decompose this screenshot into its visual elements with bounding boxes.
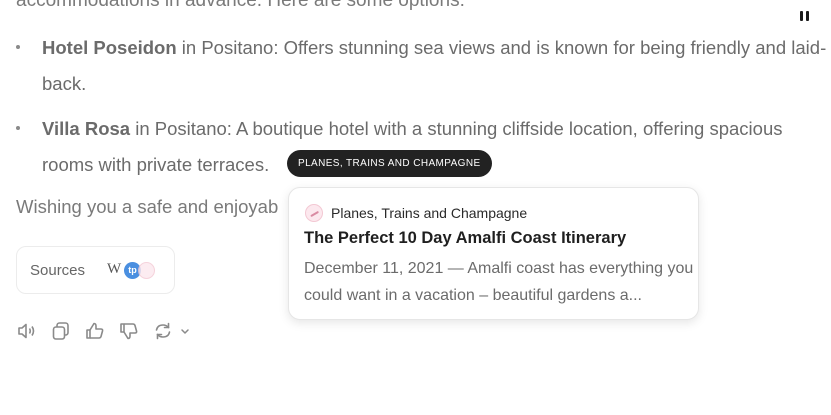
bullet-dot bbox=[16, 45, 20, 49]
popup-title[interactable]: The Perfect 10 Day Amalfi Coast Itinerar… bbox=[304, 229, 626, 248]
list-item: Hotel Poseidon in Positano: Offers stunn… bbox=[16, 30, 831, 102]
planes-trains-champagne-icon bbox=[138, 262, 155, 279]
thumbs-down-icon[interactable] bbox=[118, 320, 140, 342]
wikipedia-icon: W bbox=[107, 261, 122, 277]
thumbs-up-icon[interactable] bbox=[84, 320, 106, 342]
site-favicon-icon bbox=[305, 204, 323, 222]
hotel-name: Villa Rosa bbox=[42, 118, 131, 139]
closing-line: Wishing you a safe and enjoyab bbox=[16, 196, 279, 217]
bullet-dot bbox=[16, 126, 20, 130]
citation-tag[interactable]: PLANES, TRAINS AND CHAMPAGNE bbox=[287, 150, 492, 177]
popup-snippet: December 11, 2021 — Amalfi coast has eve… bbox=[304, 260, 694, 304]
sources-label: Sources bbox=[30, 262, 86, 279]
pause-icon[interactable] bbox=[800, 11, 810, 21]
copy-icon[interactable] bbox=[50, 320, 72, 342]
sources-button[interactable]: Sources W tp bbox=[16, 246, 175, 294]
regenerate-icon[interactable] bbox=[152, 320, 174, 342]
popup-site-name: Planes, Trains and Champagne bbox=[331, 205, 528, 221]
chevron-down-icon[interactable] bbox=[174, 320, 189, 342]
citation-popup[interactable]: Planes, Trains and Champagne The Perfect… bbox=[288, 187, 699, 320]
intro-line: accommodations in advance. Here are some… bbox=[16, 0, 465, 11]
hotel-name: Hotel Poseidon bbox=[42, 37, 177, 58]
speaker-icon[interactable] bbox=[16, 320, 38, 342]
